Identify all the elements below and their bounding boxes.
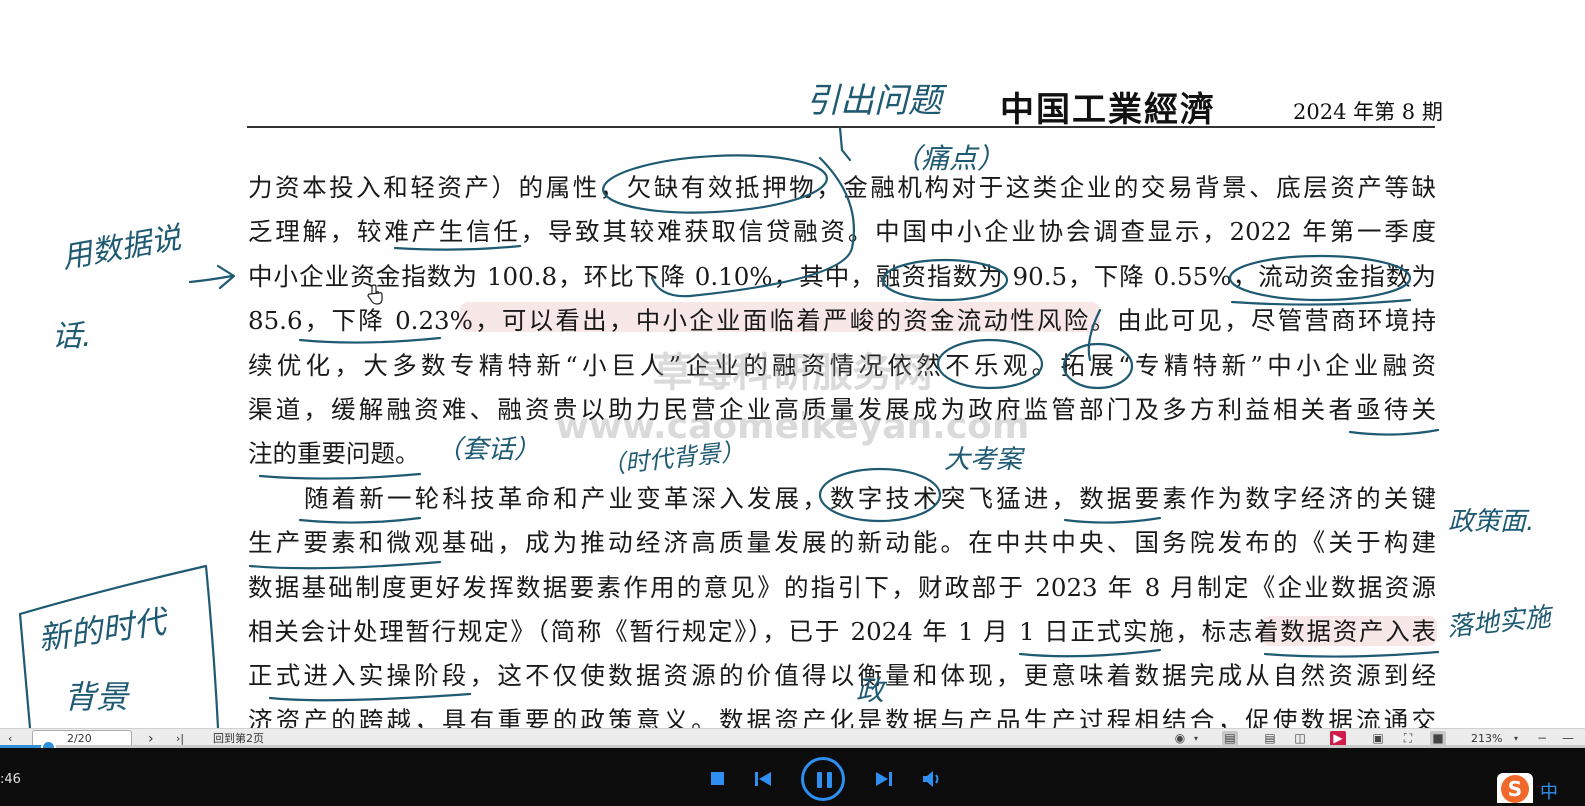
- zoom-in-icon[interactable]: —: [1560, 731, 1576, 746]
- text-line: 力资本投入和轻资产）的属性，欠缺有效抵押物，金融机构对于这类企业的交易背景、底层…: [248, 173, 1436, 202]
- previous-icon[interactable]: [754, 771, 772, 787]
- two-page-icon[interactable]: ◫: [1292, 731, 1308, 746]
- text-line: 正式进入实操阶段，这不仅使数据资源的价值得以衡量和体现，更意味着数据完成从自然资…: [248, 661, 1436, 691]
- volume-icon[interactable]: [922, 770, 942, 788]
- ime-indicator[interactable]: S: [1497, 773, 1533, 803]
- page-fit-icon[interactable]: ▤: [1222, 731, 1238, 746]
- text-line: 注的重要问题。: [248, 439, 420, 469]
- ink-stroke: [838, 126, 852, 162]
- pause-button[interactable]: [801, 757, 845, 801]
- text-line: 生产要素和微观基础，成为推动经济高质量发展的新动能。在中共中央、国务院发布的《关…: [248, 528, 1436, 558]
- text-line: 续优化，大多数专精特新“小巨人”企业的融资情况依然不乐观。拓展“专精特新”中小企…: [248, 350, 1436, 380]
- zoom-out-icon[interactable]: −: [1534, 731, 1550, 746]
- note-box-b: 背景: [64, 678, 130, 716]
- text-line: 中小企业资金指数为 100.8，环比下降 0.10%，其中，融资指数为 90.5…: [248, 261, 1436, 291]
- article-body: 力资本投入和轻资产）的属性，欠缺有效抵押物，金融机构对于这类企业的交易背景、底层…: [248, 166, 1436, 728]
- fullscreen-icon[interactable]: ⛶: [1400, 731, 1416, 746]
- note-top: 引出问题: [806, 81, 948, 121]
- note-box-a: 新的时代: [36, 602, 172, 658]
- playback-time: :46: [0, 772, 21, 787]
- next-icon[interactable]: [875, 771, 893, 787]
- note-right-1: 政策面.: [1448, 507, 1534, 537]
- text-line: 随着新一轮科技革命和产业变革深入发展，数字技术突飞猛进，数据要素作为数字经济的关…: [304, 483, 1436, 513]
- note-box: [18, 564, 220, 728]
- text-line: 乏理解，较难产生信任，导致其较难获取信贷融资。中国中小企业协会调查显示，2022…: [248, 217, 1436, 247]
- arrow-icon: [188, 264, 236, 290]
- text-line: 渠道，缓解融资难、融资贵以助力民营企业高质量发展成为政府监管部门及多方利益相关者…: [248, 394, 1436, 424]
- pause-icon: [827, 772, 832, 788]
- note-right-2: 落地实施: [1446, 602, 1557, 643]
- ime-logo-icon: S: [1501, 775, 1529, 803]
- note-left-1b: 话.: [52, 319, 92, 354]
- note-left-1a: 用数据说: [59, 220, 185, 276]
- stop-icon[interactable]: [711, 772, 724, 785]
- journal-name: 中国工業經濟: [1000, 90, 1216, 130]
- video-player-controls: :46 S 中: [0, 748, 1585, 806]
- document-page: 中国工業經濟 2024 年第 8 期 力资本投入和轻资产）的属性，欠缺有效抵押物…: [0, 0, 1585, 728]
- text-line: 济资产的跨越，具有重要的政策意义。数据资产化是数据与产品生产过程相结合，促使数据…: [248, 705, 1436, 728]
- chevron-down-icon[interactable]: ▾: [1188, 731, 1204, 746]
- text-line: 85.6，下降 0.23%，可以看出，中小企业面临着严峻的资金流动性风险。由此可…: [248, 306, 1436, 336]
- ime-mode[interactable]: 中: [1540, 778, 1558, 804]
- fit-width-icon[interactable]: ▣: [1370, 731, 1386, 746]
- issue-number: 2024 年第 8 期: [1293, 100, 1443, 124]
- play-slideshow-icon[interactable]: ▶: [1330, 731, 1346, 746]
- zoom-dropdown-icon[interactable]: ▾: [1508, 731, 1524, 746]
- pause-icon: [817, 772, 822, 788]
- eye-icon[interactable]: ◉: [1172, 731, 1188, 746]
- bookmark-icon[interactable]: ■: [1430, 731, 1446, 746]
- hand-cursor-icon: [367, 284, 383, 305]
- single-page-icon[interactable]: ▤: [1262, 731, 1278, 746]
- text-line: 数据基础制度更好发挥数据要素作用的意见》的指引下，财政部于 2023 年 8 月…: [248, 572, 1436, 602]
- header-rule: [247, 126, 1435, 128]
- text-line: 相关会计处理暂行规定》（简称《暂行规定》），已于 2024 年 1 月 1 日正…: [248, 616, 1436, 646]
